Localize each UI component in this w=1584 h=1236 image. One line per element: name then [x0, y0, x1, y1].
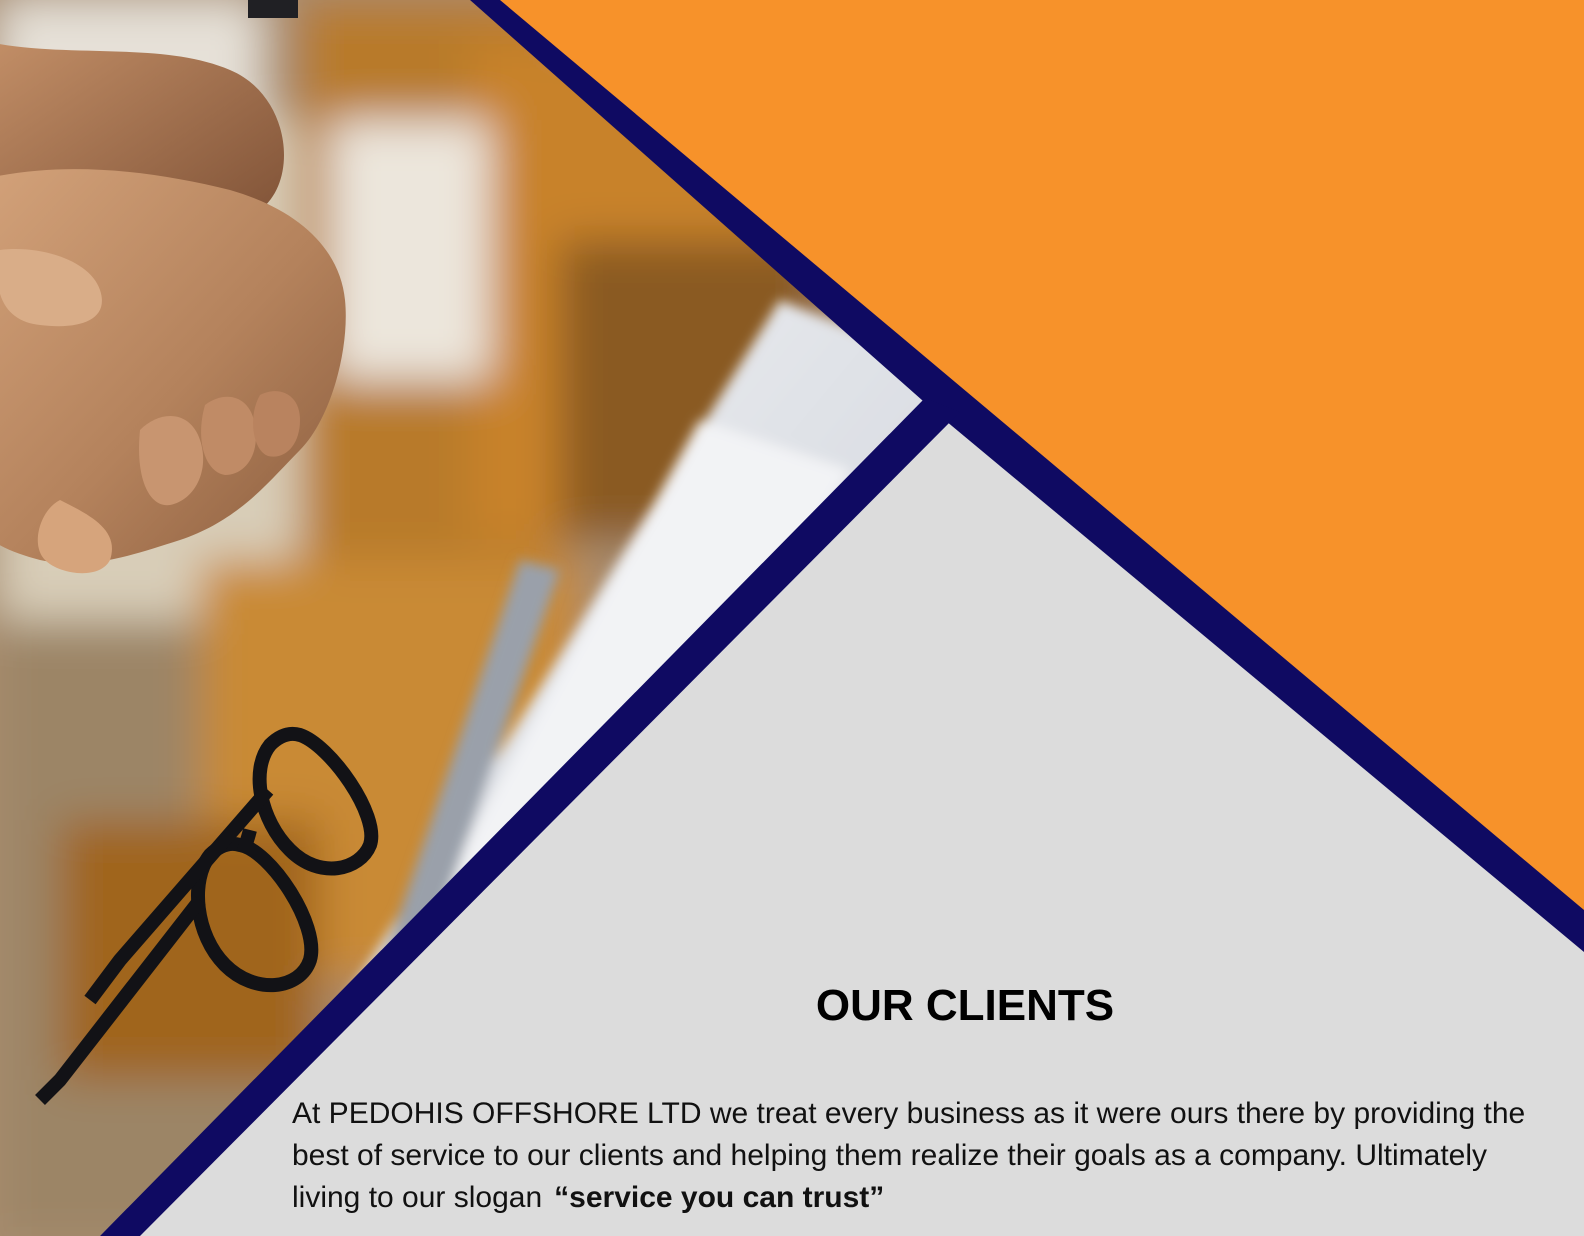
slogan-text: “service you can trust”	[554, 1181, 885, 1214]
section-body: At PEDOHIS OFFSHORE LTD we treat every b…	[292, 1093, 1552, 1219]
section-title: OUR CLIENTS	[815, 981, 1115, 1030]
body-text: At PEDOHIS OFFSHORE LTD we treat every b…	[292, 1097, 1526, 1214]
background-graphics	[0, 0, 1584, 1236]
brochure-page: OUR CLIENTS At PEDOHIS OFFSHORE LTD we t…	[0, 0, 1584, 1236]
